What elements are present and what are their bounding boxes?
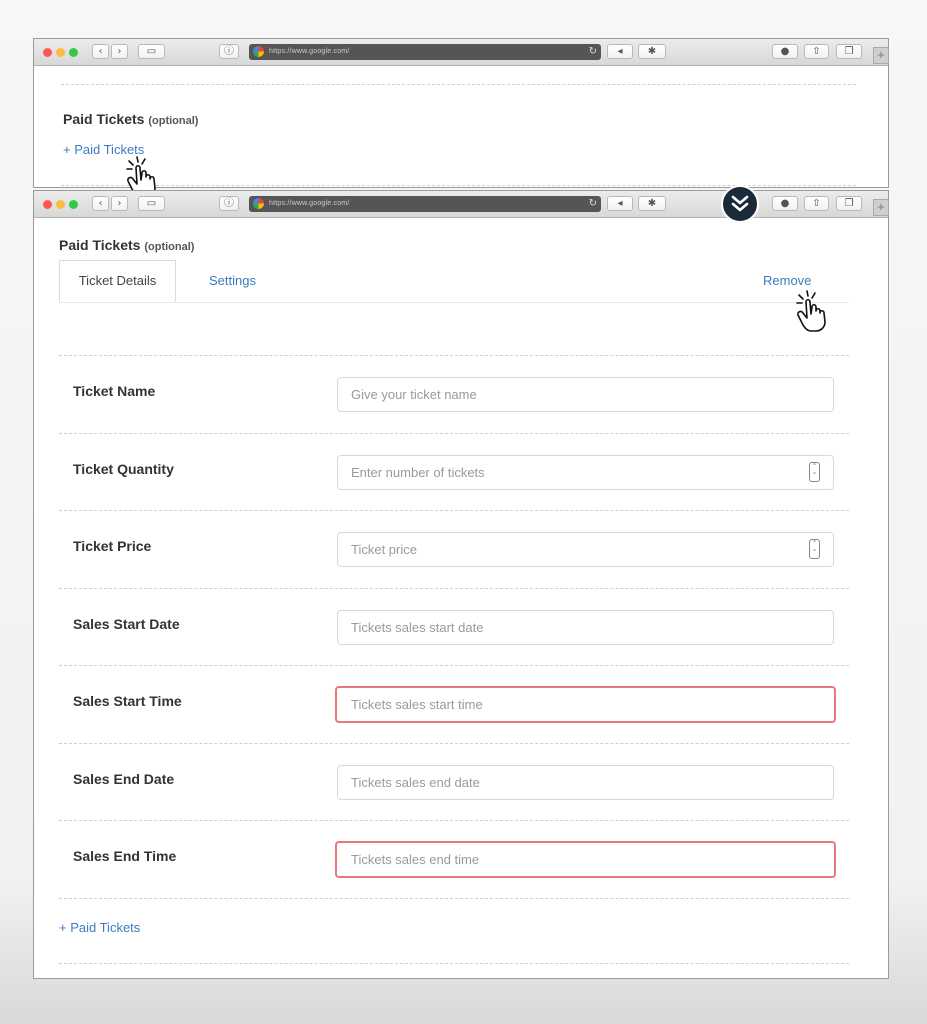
add-paid-tickets-link[interactable]: + Paid Tickets xyxy=(63,142,144,157)
ticket-quantity-input[interactable] xyxy=(337,455,834,490)
sales-start-date-input[interactable] xyxy=(337,610,834,645)
scroll-down-badge[interactable] xyxy=(721,185,759,223)
download-icon[interactable]: ● xyxy=(772,44,798,59)
globe-icon xyxy=(253,46,264,57)
divider xyxy=(59,433,849,434)
add-paid-tickets-link[interactable]: + Paid Tickets xyxy=(59,920,140,935)
download-icon[interactable]: ● xyxy=(772,196,798,211)
field-label: Ticket Price xyxy=(73,538,152,554)
sidebar-icon[interactable]: ▭ xyxy=(138,196,165,211)
field-label: Sales Start Time xyxy=(73,693,182,709)
field-label: Ticket Quantity xyxy=(73,461,174,477)
sales-start-time-input[interactable] xyxy=(335,686,836,723)
extension-icon[interactable]: ◂ xyxy=(607,44,633,59)
info-icon[interactable]: ⓘ xyxy=(219,44,239,59)
plus-icon[interactable]: + xyxy=(873,199,889,216)
divider xyxy=(59,743,849,744)
divider xyxy=(59,355,849,356)
globe-icon xyxy=(253,198,264,209)
chevron-right-icon[interactable]: › xyxy=(111,196,128,211)
tab-settings[interactable]: Settings xyxy=(209,273,256,288)
sales-end-date-input[interactable] xyxy=(337,765,834,800)
divider xyxy=(59,588,849,589)
tabs-icon[interactable]: ❐ xyxy=(836,44,862,59)
section-title-text: Paid Tickets xyxy=(59,237,141,253)
url-text: https://www.google.com/ xyxy=(269,48,350,55)
share-icon[interactable]: ⇧ xyxy=(804,196,829,211)
tab-ticket-details[interactable]: Ticket Details xyxy=(59,260,176,302)
plus-icon[interactable]: + xyxy=(873,47,889,64)
price-stepper[interactable]: ˄ ˅ xyxy=(809,539,820,559)
maximize-window-button[interactable] xyxy=(69,200,78,209)
share-icon[interactable]: ⇧ xyxy=(804,44,829,59)
divider xyxy=(59,963,849,964)
gear-icon[interactable]: ✱ xyxy=(638,196,666,211)
section-title: Paid Tickets (optional) xyxy=(59,237,194,253)
browser-window-expanded: ‹ › ▭ ⓘ https://www.google.com/ ↻ ◂ ✱ ● … xyxy=(33,185,889,979)
address-bar[interactable]: https://www.google.com/ ↻ xyxy=(249,44,601,60)
field-label: Sales End Time xyxy=(73,848,177,864)
sidebar-icon[interactable]: ▭ xyxy=(138,44,165,59)
address-bar[interactable]: https://www.google.com/ ↻ xyxy=(249,196,601,212)
quantity-stepper[interactable]: ˄ ˅ xyxy=(809,462,820,482)
optional-label: (optional) xyxy=(148,115,199,127)
divider xyxy=(59,510,849,511)
url-text: https://www.google.com/ xyxy=(269,200,350,207)
browser-toolbar: ‹ › ▭ ⓘ https://www.google.com/ ↻ ◂ ✱ ● … xyxy=(34,39,889,66)
close-window-button[interactable] xyxy=(43,200,52,209)
section-title-text: Paid Tickets xyxy=(63,111,145,127)
minimize-window-button[interactable] xyxy=(56,48,65,57)
optional-label: (optional) xyxy=(144,241,195,253)
chevron-left-icon[interactable]: ‹ xyxy=(92,44,109,59)
chevron-left-icon[interactable]: ‹ xyxy=(92,196,109,211)
double-chevron-down-icon xyxy=(731,195,749,212)
divider xyxy=(59,898,849,899)
tabs-icon[interactable]: ❐ xyxy=(836,196,862,211)
section-title: Paid Tickets (optional) xyxy=(63,111,198,127)
divider xyxy=(59,820,849,821)
ticket-name-input[interactable] xyxy=(337,377,834,412)
reload-icon[interactable]: ↻ xyxy=(589,196,597,212)
remove-button[interactable]: Remove xyxy=(763,273,811,288)
chevron-right-icon[interactable]: › xyxy=(111,44,128,59)
ticket-price-input[interactable] xyxy=(337,532,834,567)
gear-icon[interactable]: ✱ xyxy=(638,44,666,59)
extension-icon[interactable]: ◂ xyxy=(607,196,633,211)
browser-toolbar: ‹ › ▭ ⓘ https://www.google.com/ ↻ ◂ ✱ ● … xyxy=(34,185,889,223)
divider xyxy=(59,665,849,666)
reload-icon[interactable]: ↻ xyxy=(589,44,597,60)
field-label: Sales Start Date xyxy=(73,616,180,632)
sales-end-time-input[interactable] xyxy=(335,841,836,878)
close-window-button[interactable] xyxy=(43,48,52,57)
maximize-window-button[interactable] xyxy=(69,48,78,57)
info-icon[interactable]: ⓘ xyxy=(219,196,239,211)
minimize-window-button[interactable] xyxy=(56,200,65,209)
ticket-tabs: Ticket Details Settings Remove xyxy=(59,260,849,303)
divider xyxy=(61,84,856,85)
field-label: Sales End Date xyxy=(73,771,175,787)
pointer-hand-icon xyxy=(796,290,826,332)
field-label: Ticket Name xyxy=(73,383,156,399)
